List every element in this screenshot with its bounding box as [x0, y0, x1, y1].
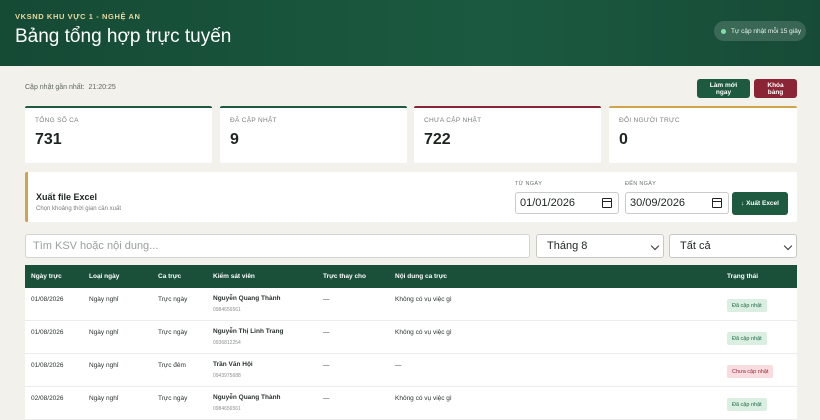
- stat-card-updated: ĐÃ CẬP NHẬT 9: [220, 106, 407, 163]
- cell-shift: Trực ngày: [158, 395, 188, 402]
- status-badge: Đã cập nhật: [727, 398, 767, 411]
- table-header: Ngày trực Loại ngày Ca trực Kiểm sát viê…: [25, 265, 797, 288]
- cell-prosecutor-name: Trần Văn Hội: [213, 361, 253, 368]
- cell-content: Không có vụ việc gì: [395, 296, 452, 303]
- search-input[interactable]: Tìm KSV hoặc nội dung...: [25, 234, 530, 258]
- column-header-date[interactable]: Ngày trực: [31, 273, 62, 280]
- organization-name: VKSND KHU VỰC 1 - NGHỆ AN: [15, 12, 141, 21]
- status-badge: Đã cập nhật: [727, 332, 767, 345]
- column-header-shift[interactable]: Ca trực: [158, 273, 181, 280]
- refresh-now-button[interactable]: Làm mới ngay: [697, 79, 750, 98]
- cell-substitute: —: [323, 395, 330, 402]
- page-header: VKSND KHU VỰC 1 - NGHỆ AN Bảng tổng hợp …: [0, 0, 820, 66]
- cell-prosecutor-name: Nguyễn Quang Thành: [213, 394, 281, 401]
- column-header-status[interactable]: Trạng thái: [727, 273, 758, 280]
- cell-shift: Trực đêm: [158, 362, 186, 369]
- stat-label: ĐỔI NGƯỜI TRỰC: [619, 117, 680, 124]
- cell-prosecutor-phone: 0984656561: [213, 406, 241, 412]
- cell-prosecutor-phone: 0943975688: [213, 373, 241, 379]
- status-dot-icon: [721, 28, 726, 34]
- stat-value: 9: [230, 131, 239, 148]
- to-date-input[interactable]: 30/09/2026: [625, 192, 729, 214]
- stat-label: ĐÃ CẬP NHẬT: [230, 117, 277, 124]
- table-row[interactable]: 01/08/2026 Ngày nghỉ Trực ngày Nguyễn Th…: [25, 321, 797, 354]
- stat-card-pending: CHƯA CẬP NHẬT 722: [414, 106, 601, 163]
- status-badge: Chưa cập nhật: [727, 365, 774, 378]
- duty-table: Ngày trực Loại ngày Ca trực Kiểm sát viê…: [25, 265, 797, 420]
- export-title: Xuất file Excel: [36, 192, 98, 202]
- stat-card-accent: [609, 106, 797, 108]
- status-select-value: Tất cả: [680, 240, 711, 252]
- stat-card-accent: [414, 106, 601, 108]
- cell-day-type: Ngày nghỉ: [89, 395, 119, 402]
- export-panel: Xuất file Excel Chọn khoảng thời gian cầ…: [25, 172, 797, 222]
- export-subtitle: Chọn khoảng thời gian cần xuất: [36, 206, 121, 212]
- to-date-label: ĐẾN NGÀY: [625, 181, 657, 187]
- cell-day-type: Ngày nghỉ: [89, 296, 119, 303]
- lock-table-button[interactable]: Khóa bảng: [754, 79, 797, 98]
- auto-refresh-text: Tự cập nhật mỗi 15 giây: [731, 27, 802, 35]
- table-row[interactable]: 01/08/2026 Ngày nghỉ Trực đêm Trần Văn H…: [25, 354, 797, 387]
- page-title: Bảng tổng hợp trực tuyến: [15, 26, 232, 47]
- cell-substitute: —: [323, 296, 330, 303]
- calendar-icon[interactable]: [712, 198, 722, 208]
- cell-day-type: Ngày nghỉ: [89, 362, 119, 369]
- cell-content: Không có vụ việc gì: [395, 395, 452, 402]
- status-select[interactable]: Tất cả: [669, 234, 797, 258]
- stat-card-accent: [25, 106, 212, 108]
- stat-card-total: TỔNG SỐ CA 731: [25, 106, 212, 163]
- cell-substitute: —: [323, 362, 330, 369]
- stat-card-substitute: ĐỔI NGƯỜI TRỰC 0: [609, 106, 797, 163]
- from-date-value: 01/01/2026: [520, 197, 576, 209]
- cell-prosecutor-phone: 0936812254: [213, 340, 241, 346]
- stat-value: 0: [619, 131, 628, 148]
- cell-date: 01/08/2026: [31, 296, 64, 303]
- cell-date: 02/08/2026: [31, 395, 64, 402]
- last-updated: Cập nhật gần nhất: 21:20:25: [25, 84, 118, 91]
- calendar-icon[interactable]: [602, 198, 612, 208]
- column-header-substitute[interactable]: Trực thay cho: [323, 273, 366, 280]
- stat-label: CHƯA CẬP NHẬT: [424, 117, 482, 124]
- cell-content: —: [395, 362, 402, 369]
- auto-refresh-badge: Tự cập nhật mỗi 15 giây: [714, 21, 806, 41]
- month-select-value: Tháng 8: [547, 240, 588, 252]
- last-updated-time: 21:20:25: [88, 84, 116, 91]
- table-row[interactable]: 01/08/2026 Ngày nghỉ Trực ngày Nguyễn Qu…: [25, 288, 797, 321]
- from-date-input[interactable]: 01/01/2026: [515, 192, 619, 214]
- stat-label: TỔNG SỐ CA: [35, 117, 79, 124]
- cell-content: Không có vụ việc gì: [395, 329, 452, 336]
- month-select[interactable]: Tháng 8: [536, 234, 664, 258]
- cell-prosecutor-phone: 0984656561: [213, 307, 241, 313]
- stat-card-accent: [220, 106, 407, 108]
- chevron-down-icon: [650, 241, 660, 251]
- cell-date: 01/08/2026: [31, 329, 64, 336]
- stat-value: 731: [35, 131, 62, 148]
- column-header-day-type[interactable]: Loại ngày: [89, 273, 119, 280]
- export-excel-button[interactable]: ↓ Xuất Excel: [732, 192, 788, 215]
- cell-shift: Trực ngày: [158, 296, 188, 303]
- from-date-label: TỪ NGÀY: [515, 181, 543, 187]
- table-row[interactable]: 02/08/2026 Ngày nghỉ Trực ngày Nguyễn Qu…: [25, 387, 797, 420]
- status-badge: Đã cập nhật: [727, 299, 767, 312]
- cell-substitute: —: [323, 329, 330, 336]
- stat-value: 722: [424, 131, 451, 148]
- cell-prosecutor-name: Nguyễn Quang Thành: [213, 295, 281, 302]
- chevron-down-icon: [783, 241, 793, 251]
- cell-day-type: Ngày nghỉ: [89, 329, 119, 336]
- last-updated-label: Cập nhật gần nhất:: [25, 84, 85, 91]
- to-date-value: 30/09/2026: [630, 197, 686, 209]
- cell-prosecutor-name: Nguyễn Thị Linh Trang: [213, 328, 284, 335]
- column-header-content[interactable]: Nội dung ca trực: [395, 273, 447, 280]
- cell-shift: Trực ngày: [158, 329, 188, 336]
- column-header-prosecutor[interactable]: Kiểm sát viên: [213, 273, 255, 280]
- cell-date: 01/08/2026: [31, 362, 64, 369]
